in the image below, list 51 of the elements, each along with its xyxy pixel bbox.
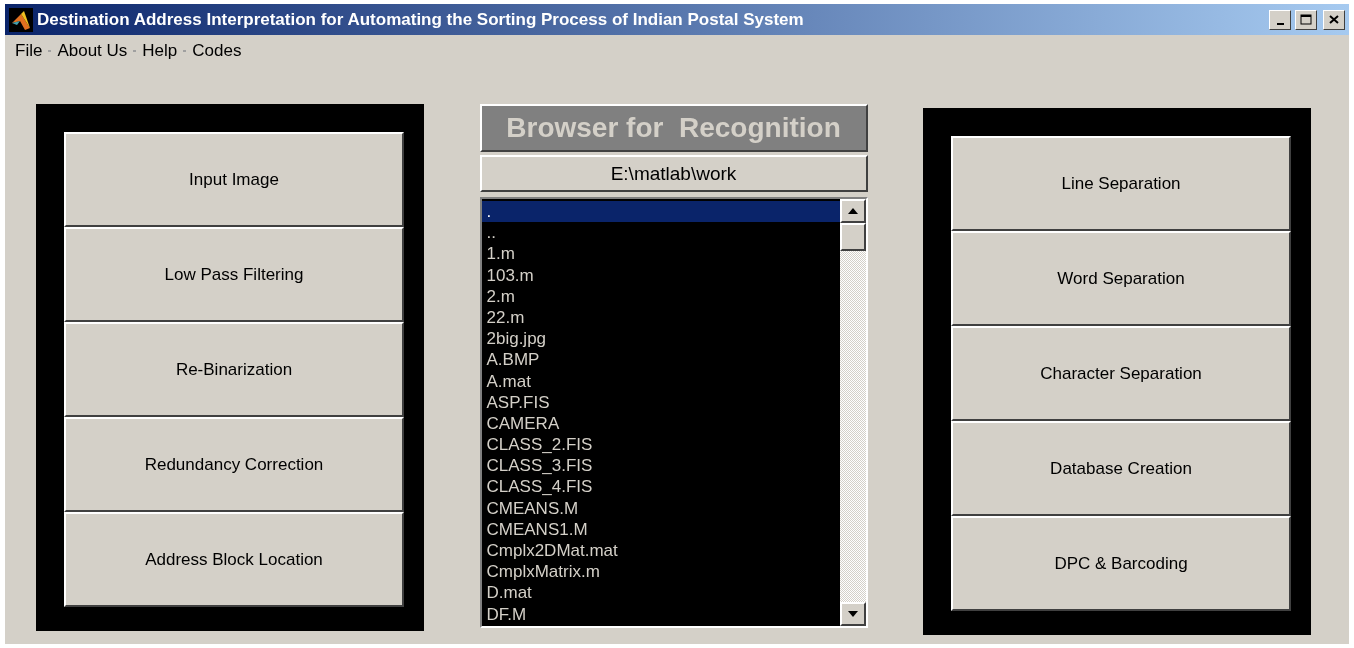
- list-row[interactable]: 2.m: [481, 285, 840, 307]
- action-button[interactable]: Database Creation: [951, 421, 1291, 516]
- app-logo-icon: [9, 7, 33, 32]
- list-row[interactable]: CLASS_2.FIS: [481, 434, 840, 456]
- action-button[interactable]: Address Block Location: [64, 512, 404, 607]
- list-row[interactable]: 1.m: [481, 243, 840, 265]
- list-row[interactable]: A.BMP: [481, 349, 840, 371]
- menu-item[interactable]: Help: [142, 41, 178, 61]
- list-row[interactable]: 103.m: [481, 264, 840, 286]
- scrollbar[interactable]: [839, 199, 866, 626]
- list-row[interactable]: .: [481, 201, 840, 223]
- browser-title: Browser for Recognition: [479, 104, 868, 152]
- file-list[interactable]: . .. 1.m 103.m 2.m 22.m 2big.jpg A.BMP A.mat ASP.FIS CAMERA CLASS_2.FIS CLASS_3.FIS CLASS_4.FIS CMEANS.M CMEANS1.M Cmplx2DMat.mat CmplxMatrix.m D.mat DF.M: [479, 197, 868, 628]
- menu-item[interactable]: Codes: [192, 41, 242, 61]
- scroll-down-button[interactable]: [839, 602, 866, 626]
- list-row[interactable]: CLASS_4.FIS: [481, 476, 840, 498]
- action-button[interactable]: Input Image: [64, 132, 404, 227]
- list-row[interactable]: DF.M: [481, 603, 840, 625]
- list-row[interactable]: A.mat: [481, 370, 840, 392]
- menu-item[interactable]: File: [15, 41, 43, 61]
- scroll-thumb[interactable]: [839, 223, 866, 251]
- action-button[interactable]: Redundancy Correction: [64, 417, 404, 512]
- list-row[interactable]: D.mat: [481, 582, 840, 604]
- up-arrow-icon: [847, 208, 858, 214]
- minimize-button[interactable]: [1269, 9, 1291, 30]
- menu-item[interactable]: About Us: [57, 41, 128, 61]
- action-button[interactable]: Character Separation: [951, 326, 1291, 421]
- action-button[interactable]: Low Pass Filtering: [64, 227, 404, 322]
- list-row[interactable]: 2big.jpg: [481, 328, 840, 350]
- minimize-icon: [1276, 22, 1284, 25]
- action-button[interactable]: Line Separation: [951, 136, 1291, 231]
- list-row[interactable]: ..: [481, 222, 840, 244]
- close-button[interactable]: [1323, 9, 1345, 30]
- maximize-button[interactable]: [1295, 9, 1317, 30]
- scroll-up-button[interactable]: [839, 199, 866, 223]
- list-row[interactable]: 22.m: [481, 306, 840, 329]
- action-button[interactable]: Re-Binarization: [64, 322, 404, 417]
- list-row[interactable]: CMEANS1.M: [481, 518, 840, 540]
- action-button[interactable]: Word Separation: [951, 231, 1291, 326]
- list-row[interactable]: ASP.FIS: [481, 391, 840, 413]
- down-arrow-icon: [847, 611, 858, 617]
- list-row[interactable]: CmplxMatrix.m: [481, 561, 840, 583]
- maximize-icon: [1300, 14, 1312, 25]
- window-title: Destination Address Interpretation for Automating the Sorting Process of Indian Postal System: [37, 9, 805, 30]
- path-label: E:\matlab\work: [479, 155, 868, 192]
- list-row[interactable]: Cmplx2DMat.mat: [481, 540, 840, 562]
- action-button[interactable]: DPC & Barcoding: [951, 516, 1291, 611]
- list-row[interactable]: CLASS_3.FIS: [481, 455, 840, 477]
- list-row[interactable]: CMEANS.M: [481, 497, 840, 519]
- close-icon: [1329, 15, 1339, 24]
- list-row[interactable]: CAMERA: [481, 412, 840, 435]
